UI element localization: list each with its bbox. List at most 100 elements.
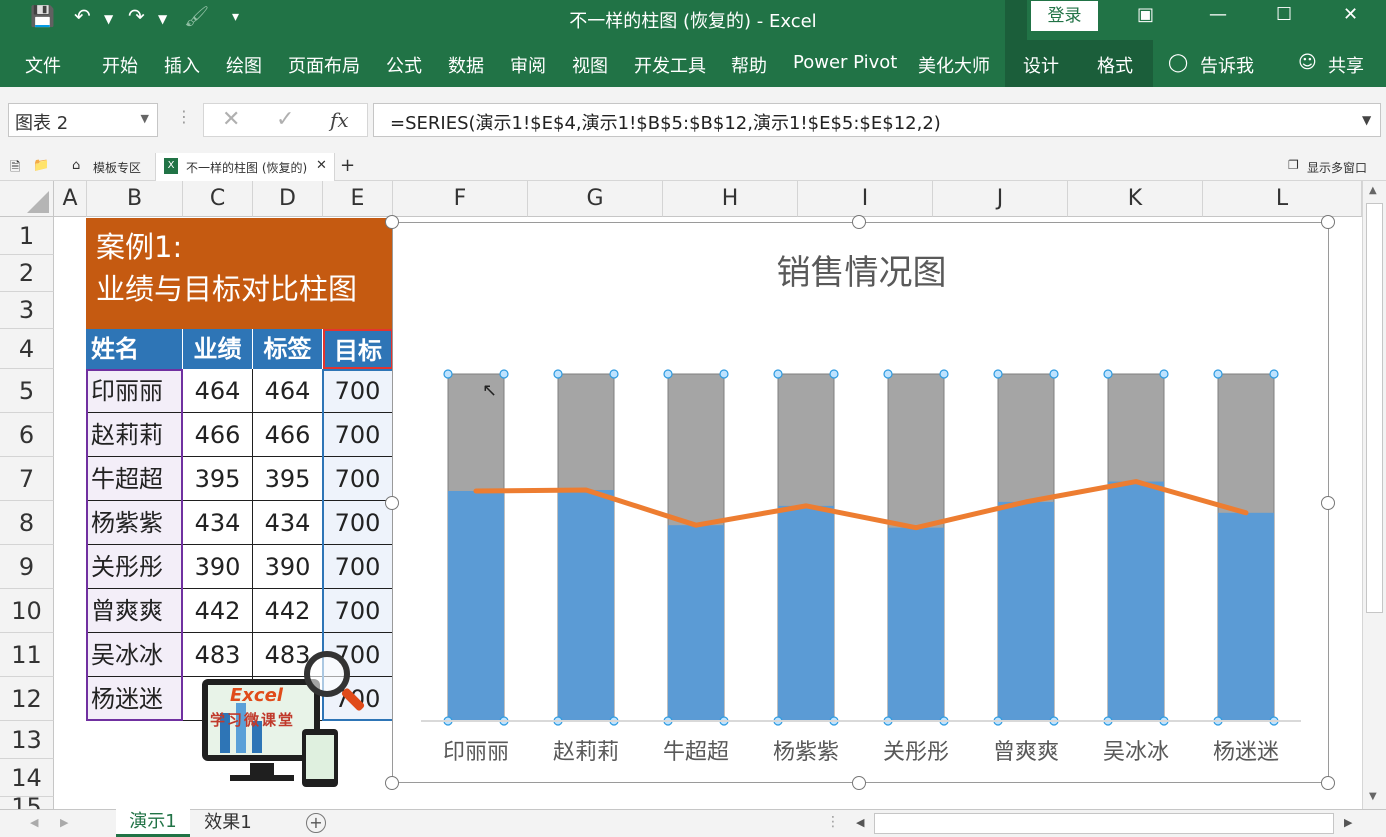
tab-home[interactable]: 开始 xyxy=(102,52,138,78)
add-sheet-icon[interactable]: + xyxy=(306,813,326,833)
resize-handle-bottom[interactable] xyxy=(852,776,866,790)
insert-function-icon[interactable]: fx xyxy=(330,108,349,132)
horizontal-scroll-thumb[interactable] xyxy=(874,813,1334,834)
row-header-4[interactable]: 4 xyxy=(0,329,54,369)
cell-label[interactable]: 466 xyxy=(253,413,323,457)
home-icon[interactable]: ⌂ xyxy=(72,158,80,173)
row-header-3[interactable]: 3 xyxy=(0,292,54,329)
row-header-8[interactable]: 8 xyxy=(0,501,54,545)
selection-handle[interactable] xyxy=(883,369,893,379)
header-label[interactable]: 标签 xyxy=(253,329,323,369)
cell-name[interactable]: 吴冰冰 xyxy=(86,633,183,677)
multi-window-icon[interactable]: ❐ xyxy=(1288,158,1299,172)
next-sheet-icon[interactable]: ▶ xyxy=(60,816,68,829)
cell-target[interactable]: 700 xyxy=(323,501,393,545)
tab-page-layout[interactable]: 页面布局 xyxy=(288,52,360,78)
scroll-right-icon[interactable]: ▶ xyxy=(1344,816,1352,829)
cell-name[interactable]: 牛超超 xyxy=(86,457,183,501)
tab-formulas[interactable]: 公式 xyxy=(386,52,422,78)
template-tab[interactable]: 模板专区 xyxy=(93,159,141,176)
tab-insert[interactable]: 插入 xyxy=(164,52,200,78)
cell-name[interactable]: 杨迷迷 xyxy=(86,677,183,721)
col-header-j[interactable]: J xyxy=(933,181,1068,217)
maximize-icon[interactable]: ☐ xyxy=(1276,4,1292,25)
chevron-down-icon[interactable]: ▼ xyxy=(141,112,149,125)
sheet-tab-effect[interactable]: 效果1 xyxy=(192,810,264,837)
scroll-up-icon[interactable]: ▲ xyxy=(1369,185,1377,196)
row-header-6[interactable]: 6 xyxy=(0,413,54,457)
row-header-11[interactable]: 11 xyxy=(0,633,54,677)
selection-handle[interactable] xyxy=(1213,369,1223,379)
selection-handle[interactable] xyxy=(609,369,619,379)
header-performance[interactable]: 业绩 xyxy=(183,329,253,369)
new-doc-icon[interactable]: 🗎 xyxy=(10,158,20,180)
tab-beautify-master[interactable]: 美化大师 xyxy=(918,52,990,78)
close-icon[interactable]: ✕ xyxy=(1343,4,1358,25)
folder-icon[interactable]: 📁 xyxy=(33,158,49,173)
selection-handle[interactable] xyxy=(1269,369,1279,379)
col-header-h[interactable]: H xyxy=(663,181,798,217)
cell-target[interactable]: 700 xyxy=(323,413,393,457)
close-tab-icon[interactable]: ✕ xyxy=(316,158,327,173)
row-header-1[interactable]: 1 xyxy=(0,217,54,255)
cell-label[interactable]: 464 xyxy=(253,369,323,413)
col-header-i[interactable]: I xyxy=(798,181,933,217)
scroll-left-icon[interactable]: ◀ xyxy=(856,816,864,829)
resize-handle-left[interactable] xyxy=(385,496,399,510)
more-options-icon[interactable]: ⋮ xyxy=(176,107,192,126)
col-header-d[interactable]: D xyxy=(253,181,323,217)
resize-handle-right[interactable] xyxy=(1321,496,1335,510)
sheet-tab-demo[interactable]: 演示1 xyxy=(116,809,190,837)
selection-handle[interactable] xyxy=(553,369,563,379)
cell-performance[interactable]: 442 xyxy=(183,589,253,633)
selection-handle[interactable] xyxy=(829,369,839,379)
selection-handle[interactable] xyxy=(773,369,783,379)
row-header-9[interactable]: 9 xyxy=(0,545,54,589)
row-header-2[interactable]: 2 xyxy=(0,255,54,292)
cell-name[interactable]: 曾爽爽 xyxy=(86,589,183,633)
resize-handle-top[interactable] xyxy=(852,215,866,229)
cancel-icon[interactable]: ✕ xyxy=(222,107,240,132)
title-banner[interactable]: 案例1: 业绩与目标对比柱图 xyxy=(86,218,392,329)
vertical-scroll-thumb[interactable] xyxy=(1366,203,1383,613)
expand-formula-icon[interactable]: ▼ xyxy=(1362,113,1371,127)
share-button[interactable]: 共享 xyxy=(1328,52,1364,78)
selection-handle[interactable] xyxy=(499,369,509,379)
cell-performance[interactable]: 390 xyxy=(183,545,253,589)
cell-target[interactable]: 700 xyxy=(323,545,393,589)
cell-performance[interactable]: 466 xyxy=(183,413,253,457)
row-header-7[interactable]: 7 xyxy=(0,457,54,501)
selection-handle[interactable] xyxy=(939,369,949,379)
col-header-a[interactable]: A xyxy=(54,181,87,217)
performance-bar[interactable] xyxy=(668,525,724,721)
tab-power-pivot[interactable]: Power Pivot xyxy=(793,52,897,73)
multi-window-button[interactable]: 显示多窗口 xyxy=(1307,159,1367,176)
row-header-5[interactable]: 5 xyxy=(0,369,54,413)
chart-plot[interactable]: 印丽丽 赵莉莉 牛超超 杨紫紫 关彤彤 曾爽爽 吴冰冰 杨迷迷 xyxy=(393,223,1330,784)
col-header-f[interactable]: F xyxy=(393,181,528,217)
tab-help[interactable]: 帮助 xyxy=(731,52,767,78)
cell-target[interactable]: 700 xyxy=(323,589,393,633)
cell-label[interactable]: 395 xyxy=(253,457,323,501)
cell-performance[interactable]: 464 xyxy=(183,369,253,413)
resize-handle-top-left[interactable] xyxy=(385,215,399,229)
vertical-scrollbar[interactable]: ▲ ▼ xyxy=(1362,181,1386,809)
split-handle-icon[interactable]: ⋮ xyxy=(826,814,840,830)
cell-name[interactable]: 杨紫紫 xyxy=(86,501,183,545)
tab-design[interactable]: 设计 xyxy=(1023,52,1059,78)
performance-bar[interactable] xyxy=(998,501,1054,721)
cell-target[interactable]: 700 xyxy=(323,369,393,413)
user-icon[interactable]: ☺ xyxy=(1298,52,1317,73)
tab-data[interactable]: 数据 xyxy=(448,52,484,78)
sales-chart[interactable]: 销售情况图 印丽丽 赵莉莉 牛超超 杨紫紫 关彤彤 曾爽爽 吴冰冰 杨迷迷 xyxy=(392,222,1329,783)
tab-format[interactable]: 格式 xyxy=(1097,52,1133,78)
cell-label[interactable]: 442 xyxy=(253,589,323,633)
ribbon-display-icon[interactable]: ▣ xyxy=(1137,4,1154,25)
prev-sheet-icon[interactable]: ◀ xyxy=(30,816,38,829)
enter-icon[interactable]: ✓ xyxy=(276,107,294,132)
cell-target[interactable]: 700 xyxy=(323,457,393,501)
name-box[interactable]: 图表 2 ▼ xyxy=(8,103,158,137)
cell-name[interactable]: 赵莉莉 xyxy=(86,413,183,457)
performance-bar[interactable] xyxy=(448,490,504,721)
row-header-15[interactable]: 15 xyxy=(0,797,54,809)
